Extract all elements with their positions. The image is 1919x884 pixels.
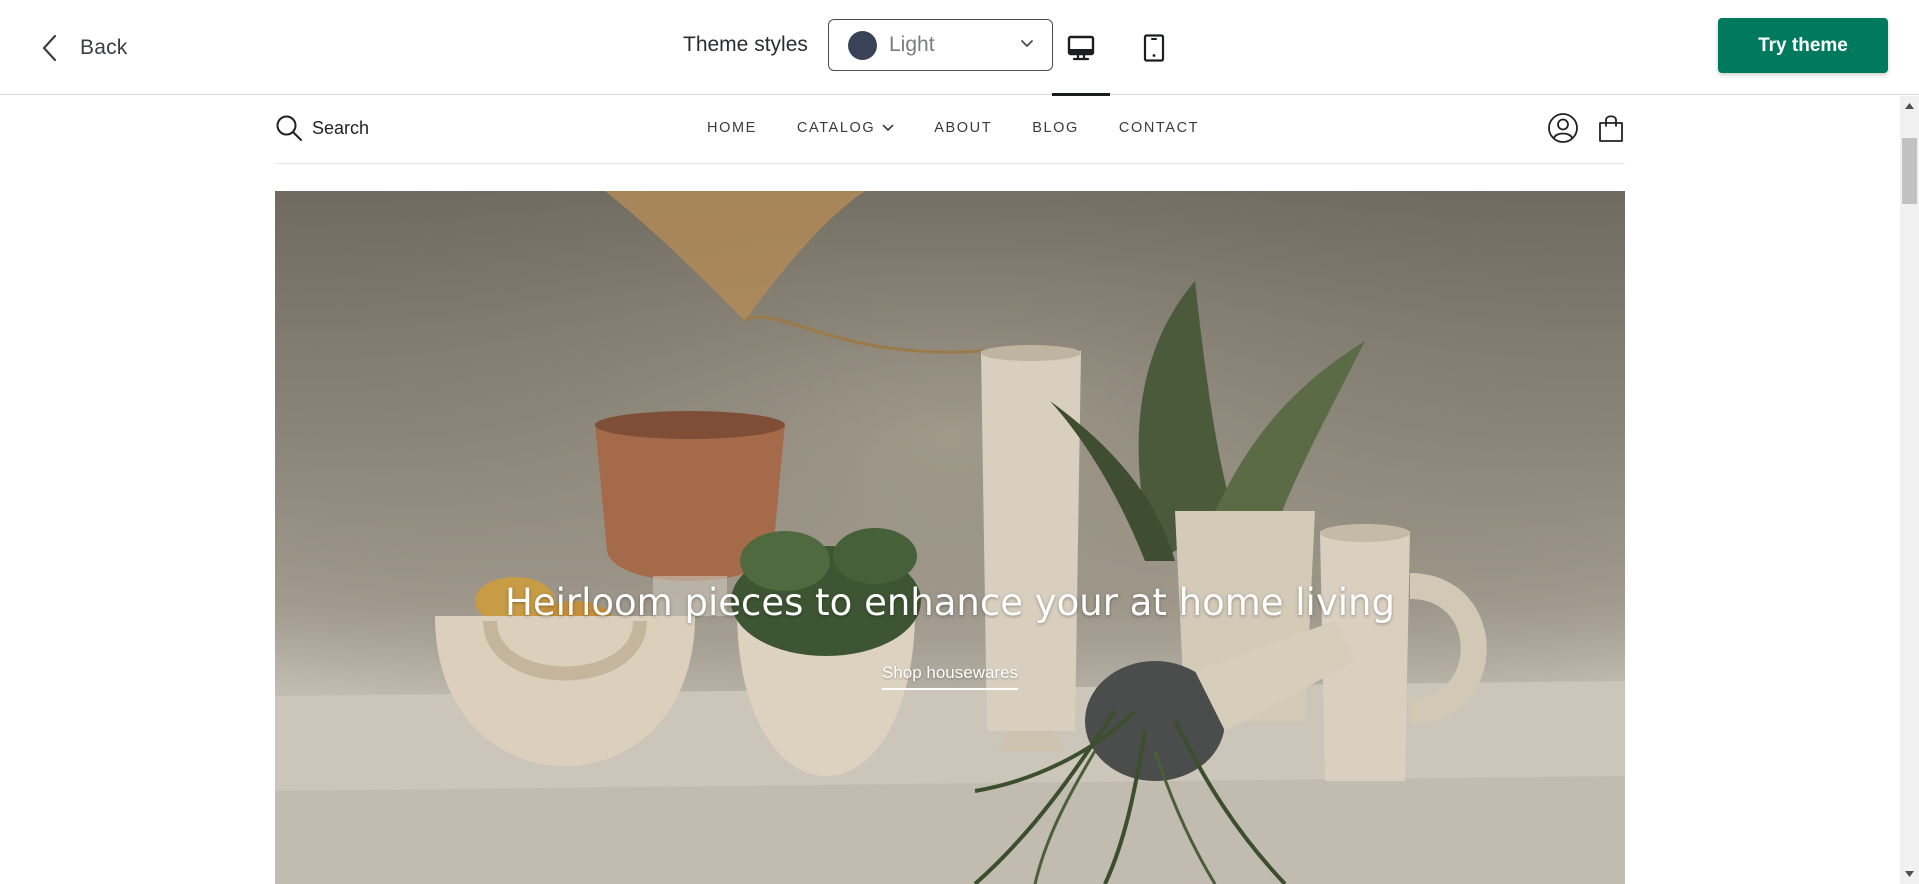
- scroll-down-arrow-icon[interactable]: [1904, 870, 1915, 878]
- back-button[interactable]: Back: [40, 30, 128, 66]
- nav-about[interactable]: ABOUT: [934, 120, 992, 136]
- theme-styles-label: Theme styles: [683, 33, 808, 56]
- tablet-view-button[interactable]: [1125, 0, 1183, 95]
- back-label: Back: [80, 36, 128, 59]
- scroll-up-arrow-icon[interactable]: [1904, 102, 1915, 110]
- desktop-icon: [1067, 35, 1095, 60]
- account-icon[interactable]: [1547, 112, 1579, 144]
- store-header-icons: [1547, 112, 1625, 144]
- hero-banner: Heirloom pieces to enhance your at home …: [275, 191, 1625, 884]
- theme-color-swatch: [848, 30, 877, 60]
- tablet-icon: [1143, 33, 1165, 62]
- nav-home[interactable]: HOME: [707, 120, 757, 136]
- hero-image: [275, 191, 1625, 884]
- search-icon: [276, 115, 302, 141]
- nav-contact[interactable]: CONTACT: [1119, 120, 1199, 136]
- store-header: Search HOME CATALOG ABOUT BLOG CONTACT: [275, 96, 1625, 164]
- store-preview: Search HOME CATALOG ABOUT BLOG CONTACT H…: [0, 96, 1900, 884]
- nav-catalog-label: CATALOG: [796, 120, 876, 136]
- nav-blog[interactable]: BLOG: [1032, 120, 1079, 136]
- desktop-view-button[interactable]: [1052, 0, 1110, 96]
- try-theme-button[interactable]: Try theme: [1718, 18, 1888, 73]
- search-label: Search: [312, 117, 370, 138]
- theme-style-select[interactable]: Light: [828, 19, 1053, 71]
- theme-style-value: Light: [889, 33, 935, 56]
- scrollbar-thumb[interactable]: [1902, 138, 1917, 204]
- cart-icon[interactable]: [1597, 112, 1625, 144]
- store-main-nav: HOME CATALOG ABOUT BLOG CONTACT: [707, 120, 1239, 136]
- nav-catalog[interactable]: CATALOG: [797, 120, 894, 136]
- preview-scrollbar[interactable]: [1900, 96, 1919, 884]
- chevron-down-icon: [1021, 40, 1033, 47]
- preview-toolbar: Back Theme styles Light Try theme: [0, 0, 1919, 96]
- chevron-left-icon: [42, 34, 57, 62]
- shop-housewares-link[interactable]: Shop housewares: [881, 663, 1019, 690]
- chevron-down-icon: [882, 124, 894, 131]
- store-search-button[interactable]: Search: [275, 114, 369, 142]
- hero-title: Heirloom pieces to enhance your at home …: [505, 581, 1395, 624]
